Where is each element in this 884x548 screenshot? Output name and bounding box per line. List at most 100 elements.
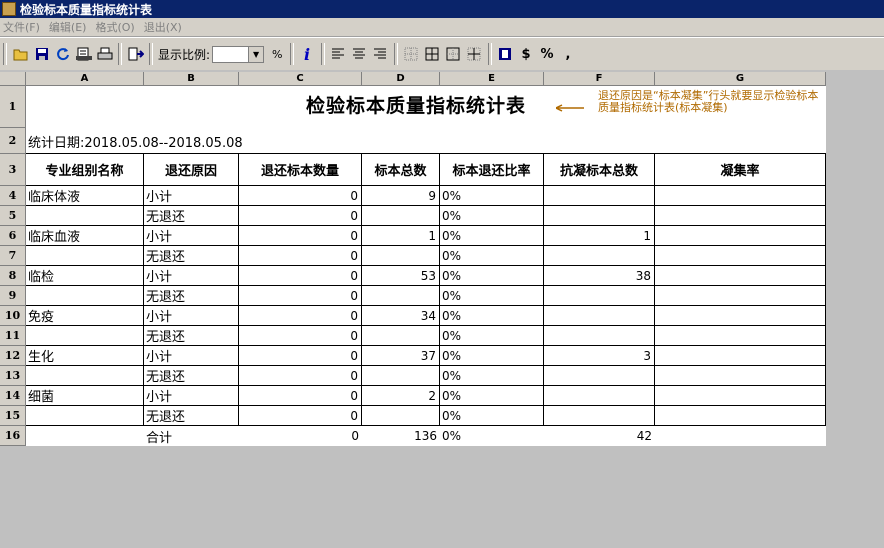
cell-anticoag-count[interactable] bbox=[544, 366, 655, 386]
cell-anticoag-count[interactable] bbox=[544, 306, 655, 326]
cell-group-name[interactable]: 细菌 bbox=[26, 386, 144, 406]
border-all-icon[interactable] bbox=[423, 45, 442, 64]
cell-total-count[interactable] bbox=[362, 366, 440, 386]
row-header[interactable]: 2 bbox=[0, 128, 26, 154]
cell-anticoag-count[interactable] bbox=[544, 386, 655, 406]
cell-return-reason[interactable]: 无退还 bbox=[144, 286, 239, 306]
row-header[interactable]: 6 bbox=[0, 226, 26, 246]
cell-agglutination-rate[interactable] bbox=[655, 386, 826, 406]
border-none-icon[interactable] bbox=[402, 45, 421, 64]
cell-return-count[interactable]: 0 bbox=[239, 306, 362, 326]
cell-group-name[interactable] bbox=[26, 366, 144, 386]
cell-total-count[interactable] bbox=[362, 406, 440, 426]
cell-agglutination-rate[interactable] bbox=[655, 266, 826, 286]
header-return-rate[interactable]: 标本退还比率 bbox=[440, 154, 544, 186]
currency-icon[interactable]: $ bbox=[517, 45, 536, 64]
cell-return-rate[interactable]: 0% bbox=[440, 346, 544, 366]
cell-group-name[interactable] bbox=[26, 406, 144, 426]
cell-return-count[interactable]: 0 bbox=[239, 266, 362, 286]
cell-return-reason[interactable]: 小计 bbox=[144, 306, 239, 326]
cell-total-count[interactable]: 53 bbox=[362, 266, 440, 286]
row-header[interactable]: 13 bbox=[0, 366, 26, 386]
cell-return-count[interactable]: 0 bbox=[239, 386, 362, 406]
cell-return-rate[interactable]: 0% bbox=[440, 306, 544, 326]
cell-return-rate[interactable]: 0% bbox=[440, 206, 544, 226]
cell-agglutination-rate[interactable] bbox=[655, 366, 826, 386]
refresh-icon[interactable] bbox=[53, 45, 72, 64]
cell-anticoag-count[interactable]: 38 bbox=[544, 266, 655, 286]
zoom-select[interactable]: ▼ bbox=[212, 45, 265, 63]
cell-anticoag-count[interactable]: 3 bbox=[544, 346, 655, 366]
cell-return-reason[interactable]: 合计 bbox=[144, 426, 239, 446]
cell-return-reason[interactable]: 小计 bbox=[144, 266, 239, 286]
cell-return-reason[interactable]: 无退还 bbox=[144, 326, 239, 346]
row-header[interactable]: 4 bbox=[0, 186, 26, 206]
cell-total-count[interactable]: 34 bbox=[362, 306, 440, 326]
cell-return-reason[interactable]: 无退还 bbox=[144, 406, 239, 426]
cell-anticoag-count[interactable] bbox=[544, 286, 655, 306]
align-center-icon[interactable] bbox=[350, 45, 369, 64]
cell-group-name[interactable]: 免疫 bbox=[26, 306, 144, 326]
cell-agglutination-rate[interactable] bbox=[655, 406, 826, 426]
cell-anticoag-count[interactable]: 1 bbox=[544, 226, 655, 246]
cell-group-name[interactable] bbox=[26, 246, 144, 266]
row-header[interactable]: 12 bbox=[0, 346, 26, 366]
cell-anticoag-count[interactable] bbox=[544, 246, 655, 266]
cell-return-reason[interactable]: 小计 bbox=[144, 186, 239, 206]
open-icon[interactable] bbox=[11, 45, 30, 64]
cell-total-count[interactable]: 1 bbox=[362, 226, 440, 246]
cell-return-count[interactable]: 0 bbox=[239, 326, 362, 346]
row-header[interactable]: 16 bbox=[0, 426, 26, 446]
header-total-count[interactable]: 标本总数 bbox=[362, 154, 440, 186]
cell-agglutination-rate[interactable] bbox=[655, 326, 826, 346]
cell-return-count[interactable]: 0 bbox=[239, 206, 362, 226]
cell-return-rate[interactable]: 0% bbox=[440, 186, 544, 206]
cell-return-count[interactable]: 0 bbox=[239, 406, 362, 426]
cell-return-rate[interactable]: 0% bbox=[440, 226, 544, 246]
align-right-icon[interactable] bbox=[371, 45, 390, 64]
cell-return-count[interactable]: 0 bbox=[239, 246, 362, 266]
cell-return-reason[interactable]: 小计 bbox=[144, 386, 239, 406]
cell-group-name[interactable]: 临床体液 bbox=[26, 186, 144, 206]
number-format-icon[interactable] bbox=[496, 45, 515, 64]
cell-anticoag-count[interactable]: 42 bbox=[544, 426, 655, 446]
cell-total-count[interactable] bbox=[362, 246, 440, 266]
cell-return-count[interactable]: 0 bbox=[239, 286, 362, 306]
percent-icon[interactable]: % bbox=[538, 45, 557, 64]
cell-total-count[interactable]: 2 bbox=[362, 386, 440, 406]
sheet-corner[interactable] bbox=[0, 72, 26, 86]
cell-total-count[interactable]: 9 bbox=[362, 186, 440, 206]
row-header[interactable]: 5 bbox=[0, 206, 26, 226]
cell-agglutination-rate[interactable] bbox=[655, 306, 826, 326]
cell-total-count[interactable] bbox=[362, 206, 440, 226]
export-icon[interactable] bbox=[126, 45, 145, 64]
align-left-icon[interactable] bbox=[329, 45, 348, 64]
menu-exit[interactable]: 退出(X) bbox=[141, 19, 188, 35]
cell-agglutination-rate[interactable] bbox=[655, 286, 826, 306]
chevron-down-icon[interactable]: ▼ bbox=[248, 46, 264, 62]
column-header-a[interactable]: A bbox=[26, 72, 144, 86]
print-preview-icon[interactable] bbox=[74, 45, 93, 64]
cell-group-name[interactable]: 临检 bbox=[26, 266, 144, 286]
cell-agglutination-rate[interactable] bbox=[655, 186, 826, 206]
cell-group-name[interactable] bbox=[26, 426, 144, 446]
cell-return-count[interactable]: 0 bbox=[239, 226, 362, 246]
cell-total-count[interactable]: 37 bbox=[362, 346, 440, 366]
header-return-count[interactable]: 退还标本数量 bbox=[239, 154, 362, 186]
border-outside-icon[interactable] bbox=[444, 45, 463, 64]
cell-return-rate[interactable]: 0% bbox=[440, 286, 544, 306]
cell-total-count[interactable] bbox=[362, 286, 440, 306]
row-header[interactable]: 9 bbox=[0, 286, 26, 306]
cell-return-count[interactable]: 0 bbox=[239, 186, 362, 206]
comma-icon[interactable]: , bbox=[559, 45, 578, 64]
row-header[interactable]: 3 bbox=[0, 154, 26, 186]
cell-return-count[interactable]: 0 bbox=[239, 426, 362, 446]
header-agglutination-rate[interactable]: 凝集率 bbox=[655, 154, 826, 186]
cell-return-count[interactable]: 0 bbox=[239, 366, 362, 386]
cell-anticoag-count[interactable] bbox=[544, 326, 655, 346]
cell-return-reason[interactable]: 无退还 bbox=[144, 206, 239, 226]
print-icon[interactable] bbox=[95, 45, 114, 64]
cell-anticoag-count[interactable] bbox=[544, 206, 655, 226]
cell-agglutination-rate[interactable] bbox=[655, 206, 826, 226]
cell-group-name[interactable] bbox=[26, 286, 144, 306]
